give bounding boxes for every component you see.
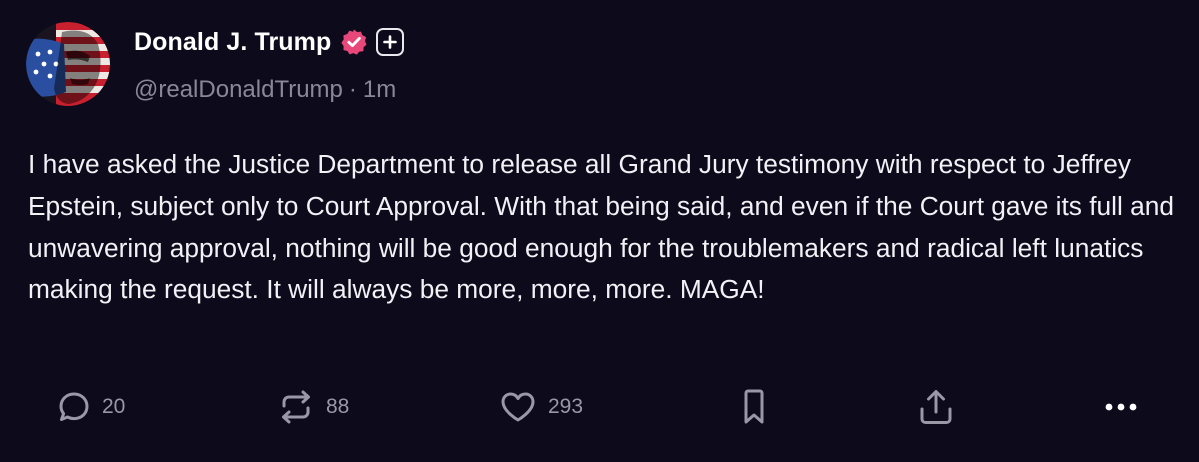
post-body-text: I have asked the Justice Department to r… [28, 149, 1175, 305]
reply-button[interactable]: 20 [56, 384, 125, 430]
avatar-image [26, 22, 110, 106]
meta-separator: · [348, 76, 357, 103]
display-name[interactable]: Donald J. Trump [134, 28, 331, 57]
plus-icon[interactable] [376, 28, 405, 56]
share-button[interactable] [916, 384, 956, 430]
handle[interactable]: @realDonaldTrump [134, 76, 343, 104]
verified-check-icon [340, 28, 368, 56]
like-count: 293 [548, 395, 584, 418]
bookmark-icon [744, 389, 764, 424]
share-icon [920, 390, 952, 424]
timestamp[interactable]: 1m [363, 76, 396, 104]
like-button[interactable]: 293 [498, 384, 583, 430]
like-icon [501, 392, 535, 422]
bookmark-button[interactable] [738, 384, 770, 430]
reply-icon [59, 392, 89, 421]
author-name-row: Donald J. Trump [134, 24, 405, 60]
more-options-button[interactable] [1100, 384, 1142, 430]
repost-button[interactable]: 88 [276, 384, 349, 430]
more-icon [1105, 403, 1137, 411]
repost-icon [282, 390, 310, 424]
repost-count: 88 [326, 395, 350, 418]
reply-count: 20 [102, 395, 126, 418]
author-meta-row: @realDonaldTrump · 1m [134, 74, 396, 106]
action-bar: 20 88 293 [0, 384, 1199, 430]
avatar[interactable] [26, 22, 110, 106]
post-card: Donald J. Trump @realDonaldTrump · 1m I … [0, 0, 1199, 462]
